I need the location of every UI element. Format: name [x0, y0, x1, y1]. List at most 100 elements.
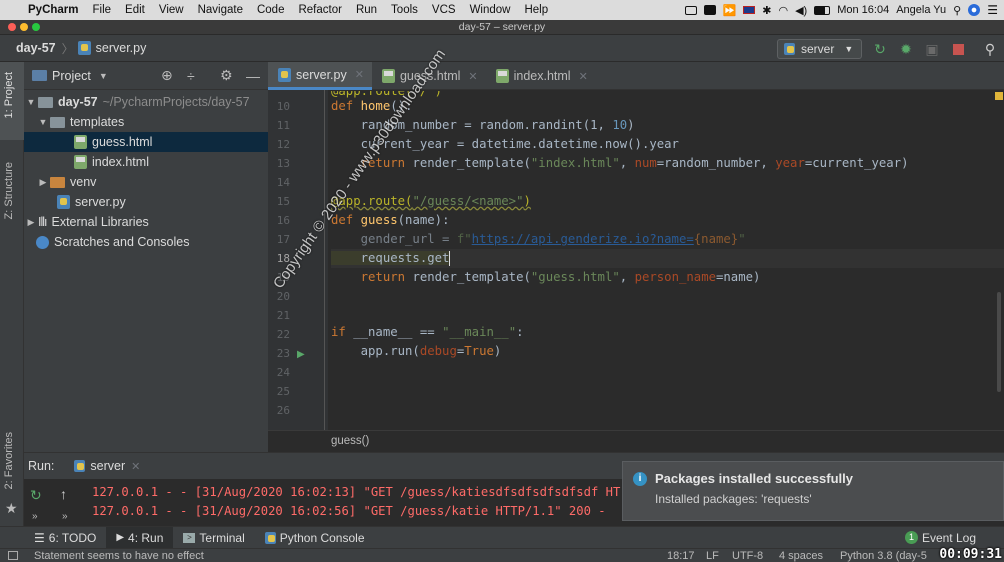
hide-panel-icon[interactable]: —: [246, 68, 260, 84]
menu-navigate[interactable]: Navigate: [191, 4, 250, 16]
cursor-position[interactable]: 18:17: [667, 550, 695, 562]
tree-item-venv[interactable]: ▶ venv: [24, 172, 268, 192]
code-line-19[interactable]: return render_template("guess.html", per…: [331, 268, 761, 287]
tree-item-guess-html[interactable]: guess.html: [24, 132, 268, 152]
collapsed-arrow-icon[interactable]: ▶: [36, 177, 50, 188]
tab-favorites[interactable]: 2: Favorites: [3, 432, 15, 489]
expanded-arrow-icon[interactable]: ▼: [24, 97, 38, 107]
menu-edit[interactable]: Edit: [118, 4, 152, 16]
search-icon[interactable]: ⚲: [982, 41, 998, 57]
tree-item-path: ~/PycharmProjects/day-57: [102, 95, 250, 109]
menu-view[interactable]: View: [152, 4, 191, 16]
menu-vcs[interactable]: VCS: [425, 4, 463, 16]
chevron-down-icon[interactable]: ▼: [99, 71, 108, 81]
tree-item-templates[interactable]: ▼ templates: [24, 112, 268, 132]
tab-label: Python Console: [279, 530, 365, 545]
more-actions-icon[interactable]: »: [62, 511, 68, 522]
code-line-22[interactable]: if __name__ == "__main__":: [331, 323, 524, 342]
close-tab-icon[interactable]: ✕: [579, 70, 588, 83]
code-line-15[interactable]: @app.route("/guess/<name>"): [331, 192, 531, 211]
run-icon: ▶: [116, 532, 125, 543]
menu-window[interactable]: Window: [463, 4, 518, 16]
rerun-icon[interactable]: ↻: [872, 41, 888, 57]
close-tab-icon[interactable]: ✕: [468, 70, 477, 83]
run-label: Run:: [28, 459, 55, 473]
tab-python-console[interactable]: Python Console: [255, 531, 375, 545]
battery-icon[interactable]: [814, 5, 831, 15]
menu-file[interactable]: File: [86, 4, 119, 16]
debug-icon[interactable]: ✹: [898, 41, 914, 57]
chevron-down-icon: ▼: [844, 44, 854, 54]
tree-item-scratches[interactable]: Scratches and Consoles: [24, 232, 268, 252]
run-gutter-icon[interactable]: ▶: [297, 349, 305, 360]
code-text: ): [627, 118, 635, 132]
code-line-16[interactable]: def guess(name):: [331, 211, 449, 230]
code-line-18[interactable]: requests.get: [331, 249, 1004, 268]
tree-item-day-57[interactable]: ▼ day-57 ~/PycharmProjects/day-57: [24, 92, 268, 112]
run-tab-server[interactable]: server: [90, 459, 125, 473]
project-view-selector[interactable]: Project: [52, 69, 91, 83]
function-breadcrumb[interactable]: guess(): [331, 435, 369, 447]
indent-setting[interactable]: 4 spaces: [779, 550, 823, 562]
menu-run[interactable]: Run: [349, 4, 384, 16]
panel-toggle-icon[interactable]: [8, 551, 18, 560]
tree-item-index-html[interactable]: index.html: [24, 152, 268, 172]
code-line-13[interactable]: return render_template("index.html", num…: [331, 154, 909, 173]
breadcrumb-file[interactable]: server.py: [96, 41, 147, 55]
app-menu[interactable]: PyCharm: [21, 4, 86, 16]
more-actions-icon[interactable]: »: [32, 511, 38, 522]
code-text: (name):: [397, 213, 450, 227]
notification-icon[interactable]: [703, 5, 716, 15]
code-line-17[interactable]: gender_url = f"https://api.genderize.io?…: [331, 230, 746, 249]
screen-record-icon[interactable]: [684, 5, 697, 15]
scroll-up-icon[interactable]: ↑: [60, 486, 67, 502]
menu-code[interactable]: Code: [250, 4, 292, 16]
tab-structure[interactable]: Z: Structure: [3, 162, 15, 219]
close-tab-icon[interactable]: ✕: [131, 460, 140, 473]
code-line-23[interactable]: app.run(debug=True): [331, 342, 502, 361]
tab-event-log[interactable]: 1 Event Log: [895, 531, 1004, 545]
tree-item-server-py[interactable]: server.py: [24, 192, 268, 212]
run-config-selector[interactable]: server ▼: [777, 39, 862, 59]
notification-balloon[interactable]: i Packages installed successfully Instal…: [622, 461, 1004, 521]
tree-item-external-libraries[interactable]: ▶ Illı External Libraries: [24, 212, 268, 232]
flag-icon[interactable]: [743, 6, 756, 14]
bluetooth-icon[interactable]: ✱: [762, 4, 771, 17]
rerun-icon[interactable]: ↻: [30, 487, 42, 504]
wifi-icon[interactable]: ◠: [778, 4, 788, 17]
coverage-icon[interactable]: ▣: [924, 41, 940, 57]
editor-scrollbar[interactable]: [997, 292, 1001, 392]
html-file-icon: [74, 135, 87, 149]
volume-icon[interactable]: ◀): [795, 4, 807, 17]
line-number: 24: [276, 366, 290, 379]
close-tab-icon[interactable]: ✕: [355, 68, 364, 81]
gear-icon[interactable]: ⚙: [220, 67, 233, 84]
locate-icon[interactable]: ⊕: [161, 67, 173, 84]
collapsed-arrow-icon[interactable]: ▶: [24, 217, 38, 228]
url-link[interactable]: https://api.genderize.io?name=: [472, 232, 694, 246]
stop-icon[interactable]: [950, 41, 966, 57]
menu-tools[interactable]: Tools: [384, 4, 425, 16]
file-encoding[interactable]: UTF-8: [732, 550, 763, 562]
menu-refactor[interactable]: Refactor: [291, 4, 348, 16]
favorites-star-icon: ★: [5, 500, 18, 516]
menu-help[interactable]: Help: [517, 4, 555, 16]
tab-server-py[interactable]: server.py ✕: [268, 62, 372, 90]
clock[interactable]: Mon 16:04: [837, 4, 889, 16]
line-separator[interactable]: LF: [706, 550, 719, 562]
tab-run[interactable]: ▶ 4: Run: [106, 526, 174, 549]
spotlight-icon[interactable]: ⚲: [953, 4, 961, 17]
collapse-all-icon[interactable]: ÷: [187, 68, 195, 84]
tab-terminal[interactable]: > Terminal: [173, 531, 254, 545]
menu-list-icon[interactable]: ☰: [987, 3, 998, 17]
python-interpreter[interactable]: Python 3.8 (day-5: [840, 550, 927, 562]
warning-marker-icon[interactable]: [995, 92, 1003, 100]
forward-icon[interactable]: ⏩: [723, 4, 737, 17]
tab-project[interactable]: 1: Project: [3, 72, 15, 118]
expanded-arrow-icon[interactable]: ▼: [36, 117, 50, 127]
tab-todo[interactable]: ☰ 6: TODO: [0, 531, 106, 545]
siri-icon[interactable]: [968, 4, 981, 16]
user-name[interactable]: Angela Yu: [896, 4, 946, 16]
breadcrumb-project[interactable]: day-57: [0, 41, 56, 55]
tab-index-html[interactable]: index.html ✕: [486, 62, 596, 90]
